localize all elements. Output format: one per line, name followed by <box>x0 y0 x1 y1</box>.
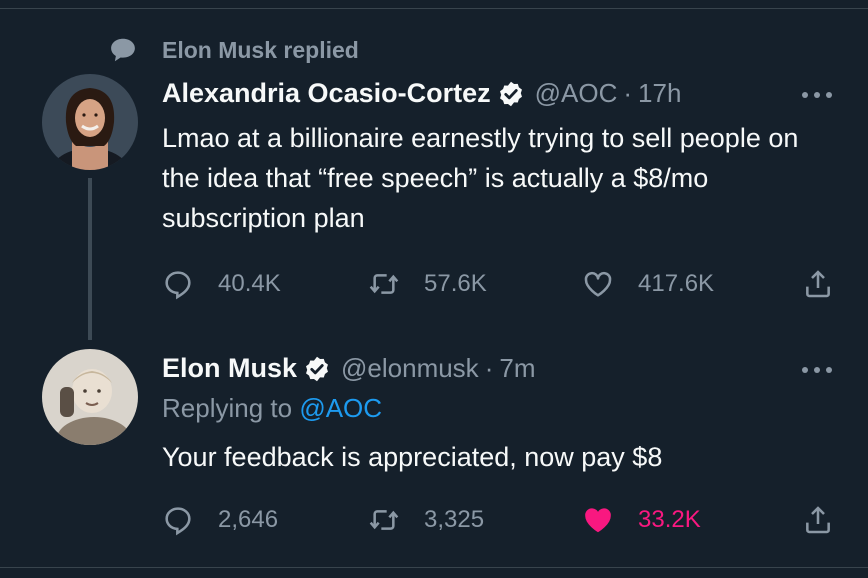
share-button[interactable] <box>802 264 834 304</box>
heart-filled-icon <box>585 508 611 533</box>
ellipsis-icon <box>802 367 808 373</box>
retweet-icon <box>369 274 399 294</box>
reply-count: 2,646 <box>218 506 279 533</box>
reply-button[interactable]: 2,646 <box>162 500 278 540</box>
tweet-actions: 2,646 3,325 33.2K <box>162 500 842 540</box>
like-button[interactable]: 417.6K <box>582 264 714 304</box>
thread-connector <box>88 178 92 340</box>
retweet-count: 3,325 <box>424 506 485 533</box>
retweet-count: 57.6K <box>424 270 487 297</box>
author-handle[interactable]: @AOC <box>535 78 618 109</box>
verified-badge-icon <box>306 356 328 381</box>
like-count: 33.2K <box>638 506 701 533</box>
social-context-label: Elon Musk replied <box>162 36 359 63</box>
share-icon <box>806 506 830 534</box>
tweet-header: Elon Musk @elonmusk · 7m <box>162 353 535 384</box>
verified-badge-icon <box>499 81 522 106</box>
reply-count: 40.4K <box>218 270 281 297</box>
avatar-aoc[interactable] <box>42 74 138 170</box>
tweet-header: Alexandria Ocasio-Cortez @AOC · 17h <box>162 78 681 109</box>
heart-icon <box>584 271 612 297</box>
retweet-button[interactable]: 3,325 <box>368 500 484 540</box>
author-name[interactable]: Alexandria Ocasio-Cortez <box>162 78 491 109</box>
tweet-text: Lmao at a billionaire earnestly trying t… <box>162 123 799 233</box>
tweet-text: Your feedback is appreciated, now pay $8 <box>162 442 663 472</box>
retweet-button[interactable]: 57.6K <box>368 264 487 304</box>
tweet-thread: Elon Musk replied Alexandria Ocasio-Cort… <box>0 0 868 578</box>
author-name[interactable]: Elon Musk <box>162 353 297 384</box>
replying-to-prefix: Replying to <box>162 393 300 423</box>
tweet-actions: 40.4K 57.6K 417.6K <box>162 264 842 304</box>
profile-photo <box>42 74 138 170</box>
like-button[interactable]: 33.2K <box>582 500 701 540</box>
avatar-elonmusk[interactable] <box>42 349 138 445</box>
divider <box>0 8 868 9</box>
like-count: 417.6K <box>638 270 715 297</box>
separator: · <box>484 353 494 383</box>
social-context[interactable]: Elon Musk replied <box>108 34 359 66</box>
profile-photo <box>42 349 138 445</box>
share-icon <box>806 270 830 298</box>
replying-to-mention[interactable]: @AOC <box>299 393 382 423</box>
divider <box>0 567 868 568</box>
reply-button[interactable]: 40.4K <box>162 264 281 304</box>
retweet-icon <box>369 510 399 530</box>
more-options-button[interactable] <box>802 90 832 100</box>
speech-bubble-icon <box>111 38 135 62</box>
share-button[interactable] <box>802 500 834 540</box>
reply-icon <box>165 271 191 300</box>
timestamp[interactable]: 17h <box>638 78 681 109</box>
author-handle[interactable]: @elonmusk <box>341 353 479 384</box>
replying-to: Replying to @AOC <box>162 393 382 424</box>
reply-icon <box>165 507 191 536</box>
separator: · <box>623 78 633 108</box>
ellipsis-icon <box>802 92 808 98</box>
timestamp[interactable]: 7m <box>499 353 535 384</box>
more-options-button[interactable] <box>802 365 832 375</box>
